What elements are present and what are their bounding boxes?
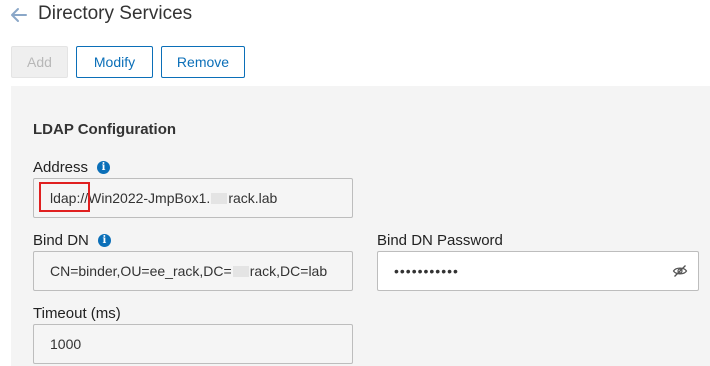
timeout-field[interactable]: 1000 [33,324,353,364]
remove-button[interactable]: Remove [161,46,245,78]
address-value-suffix: rack.lab [228,190,278,206]
address-label-row: Address i [33,159,111,176]
info-icon[interactable]: i [97,234,111,247]
bind-dn-value-prefix: CN=binder,OU=ee_rack,DC= [50,263,232,279]
timeout-value: 1000 [50,336,82,352]
bind-dn-value-suffix: rack,DC=lab [249,263,328,279]
bind-dn-password-label: Bind DN Password [377,232,503,249]
timeout-label-row: Timeout (ms) [33,305,121,322]
bind-dn-label: Bind DN [33,232,89,249]
modify-button[interactable]: Modify [76,46,153,78]
info-icon[interactable]: i [97,161,111,174]
page-header: Directory Services [0,0,710,32]
eye-slash-icon[interactable] [672,263,688,279]
redacted-blur [232,265,249,277]
section-title: LDAP Configuration [33,121,177,138]
timeout-label: Timeout (ms) [33,305,121,322]
page-title: Directory Services [38,3,193,24]
arrow-left-icon[interactable] [9,5,29,25]
bind-dn-label-row: Bind DN i [33,232,111,249]
address-label: Address [33,159,89,176]
highlight-box [39,182,90,212]
redacted-blur [211,192,228,204]
add-button[interactable]: Add [11,46,68,78]
password-value: ••••••••••• [394,263,459,279]
toolbar: Add Modify Remove [0,44,710,78]
bind-dn-field[interactable]: CN=binder,OU=ee_rack,DC= rack,DC=lab [33,251,353,291]
bind-dn-password-field[interactable]: ••••••••••• [377,251,699,291]
bind-dn-password-label-row: Bind DN Password [377,232,503,249]
